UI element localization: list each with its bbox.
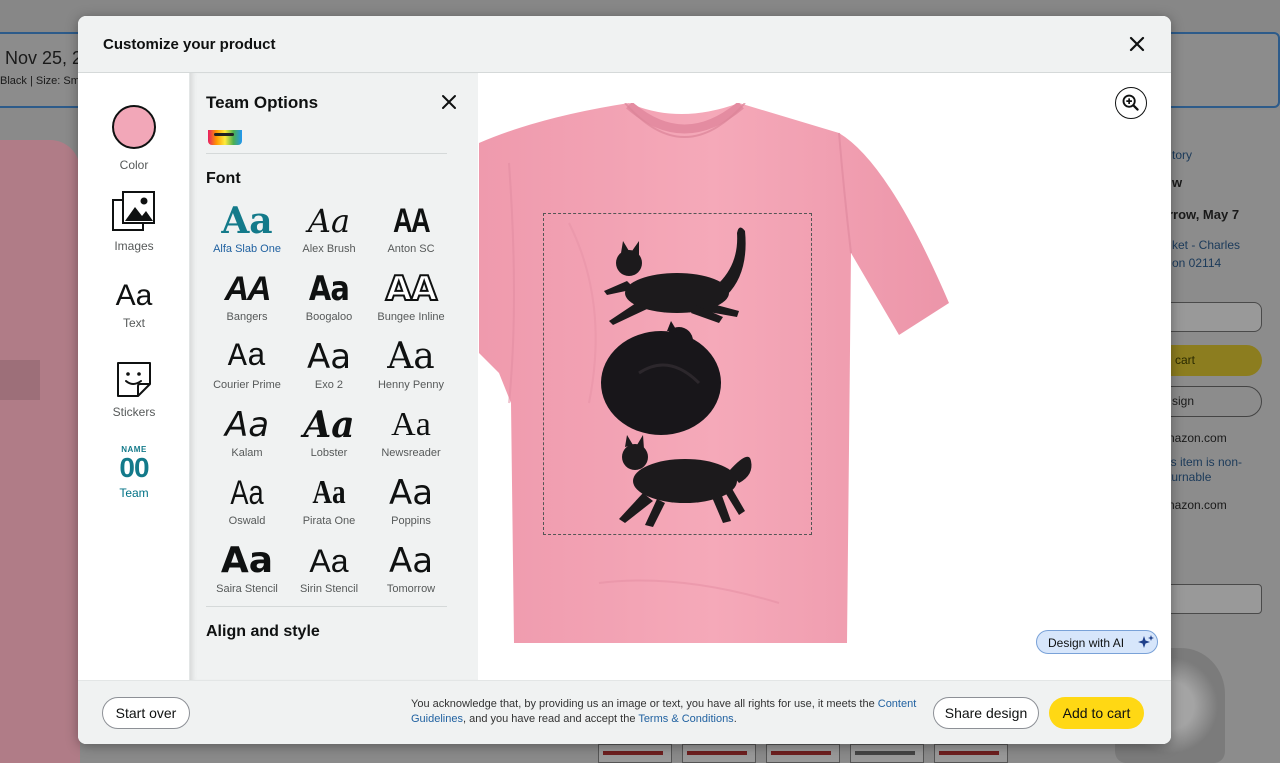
- divider: [206, 153, 447, 154]
- font-option-sirin-stencil[interactable]: Aa Sirin Stencil: [288, 538, 370, 606]
- background-shirt-sleeve: [0, 360, 40, 400]
- divider: [206, 606, 447, 607]
- font-option-newsreader[interactable]: Aa Newsreader: [370, 402, 452, 470]
- font-option-kalam[interactable]: Aa Kalam: [206, 402, 288, 470]
- panel-title: Team Options: [206, 93, 319, 112]
- modal-header: Customize your product: [78, 16, 1171, 73]
- background-text: tory: [1172, 148, 1193, 162]
- tool-text-label: Text: [122, 316, 145, 330]
- font-option-boogaloo[interactable]: Aa Boogaloo: [288, 266, 370, 334]
- add-to-cart-button[interactable]: Add to cart: [1049, 697, 1144, 729]
- customize-modal: Customize your product Color Images Aa T…: [78, 16, 1171, 744]
- background-date: Nov 25, 2: [5, 48, 83, 68]
- share-design-button[interactable]: Share design: [933, 697, 1039, 729]
- close-modal-icon[interactable]: [1126, 33, 1148, 55]
- zoom-in-icon[interactable]: [1115, 87, 1147, 119]
- legal-notice: You acknowledge that, by providing us an…: [411, 697, 921, 727]
- team-icon-number: 00: [119, 452, 149, 483]
- font-option-oswald[interactable]: Aa Oswald: [206, 470, 288, 538]
- design-with-ai-label: Design with AI: [1048, 636, 1125, 650]
- tool-images[interactable]: Images: [78, 190, 190, 253]
- background-text: turnable: [1168, 470, 1212, 484]
- sparkle-icon: [1138, 635, 1154, 648]
- background-thumb: [934, 744, 1008, 763]
- font-option-henny-penny[interactable]: Aa Henny Penny: [370, 334, 452, 402]
- text-icon: Aa: [115, 279, 153, 312]
- gradient-key-icon: [214, 133, 234, 136]
- background-text: cart: [1175, 353, 1196, 367]
- tool-team-label: Team: [119, 486, 149, 500]
- tool-rail: Color Images Aa Text Stickers NAME 00 Te…: [78, 73, 190, 680]
- background-text: nazon.com: [1168, 431, 1227, 445]
- images-icon: [112, 191, 155, 231]
- background-text: nazon.com: [1168, 498, 1227, 512]
- legal-text-2: , and you have read and accept the: [462, 713, 639, 725]
- background-text: sign: [1172, 394, 1195, 408]
- background-thumb: [598, 744, 672, 763]
- font-option-lobster[interactable]: Aa Lobster: [288, 402, 370, 470]
- background-thumb: [766, 744, 840, 763]
- tool-team[interactable]: NAME 00 Team: [78, 445, 190, 500]
- design-with-ai-button[interactable]: Design with AI: [1036, 630, 1158, 654]
- font-option-poppins[interactable]: Aa Poppins: [370, 470, 452, 538]
- team-options-panel: Team Options Font Aa Alfa Slab One Aa Al…: [190, 73, 585, 680]
- align-section-title[interactable]: Align and style: [206, 623, 320, 641]
- background-text: on 02114: [1172, 256, 1222, 270]
- tool-color[interactable]: Color: [78, 105, 190, 172]
- tool-color-label: Color: [119, 158, 149, 172]
- tool-stickers[interactable]: Stickers: [78, 360, 190, 419]
- background-thumb: [850, 744, 924, 763]
- background-select: [1160, 584, 1262, 614]
- font-option-alfa-slab-one[interactable]: Aa Alfa Slab One: [206, 198, 288, 266]
- modal-title: Customize your product: [103, 36, 276, 53]
- background-size: Black | Size: Sm: [0, 75, 80, 87]
- background-text: rrow, May 7: [1168, 207, 1240, 222]
- background-thumb: [682, 744, 756, 763]
- font-option-courier-prime[interactable]: Aa Courier Prime: [206, 334, 288, 402]
- color-swatch-icon: [112, 105, 156, 149]
- modal-footer: Start over You acknowledge that, by prov…: [78, 680, 1171, 744]
- cat-artwork-image[interactable]: [599, 213, 769, 533]
- close-panel-icon[interactable]: [440, 93, 458, 111]
- font-option-bangers[interactable]: AA Bangers: [206, 266, 288, 334]
- font-section-title: Font: [206, 170, 241, 187]
- font-option-anton-sc[interactable]: AA Anton SC: [370, 198, 452, 266]
- start-over-button[interactable]: Start over: [102, 697, 190, 729]
- font-option-bungee-inline[interactable]: AA Bungee Inline: [370, 266, 452, 334]
- background-text: w: [1172, 175, 1183, 190]
- font-option-alex-brush[interactable]: Aa Alex Brush: [288, 198, 370, 266]
- terms-conditions-link[interactable]: Terms & Conditions: [638, 713, 733, 725]
- background-text: is item is non-: [1168, 455, 1243, 469]
- font-option-tomorrow[interactable]: Aa Tomorrow: [370, 538, 452, 606]
- legal-text-3: .: [733, 713, 737, 725]
- sticker-icon: [117, 362, 151, 397]
- tool-stickers-label: Stickers: [112, 405, 156, 419]
- font-option-pirata-one[interactable]: Aa Pirata One: [288, 470, 370, 538]
- font-option-saira-stencil[interactable]: Aa Saira Stencil: [206, 538, 288, 606]
- background-thumbnails: [598, 744, 1018, 763]
- tool-images-label: Images: [114, 239, 154, 253]
- background-quantity-select: [1160, 302, 1262, 332]
- tool-text[interactable]: Aa Text: [78, 276, 190, 330]
- design-canvas: Design with AI: [479, 73, 1171, 680]
- font-option-exo-2[interactable]: Aa Exo 2: [288, 334, 370, 402]
- background-text: ket - Charles: [1172, 238, 1241, 252]
- background-shirt-image: [0, 140, 80, 763]
- legal-text-1: You acknowledge that, by providing us an…: [411, 698, 878, 710]
